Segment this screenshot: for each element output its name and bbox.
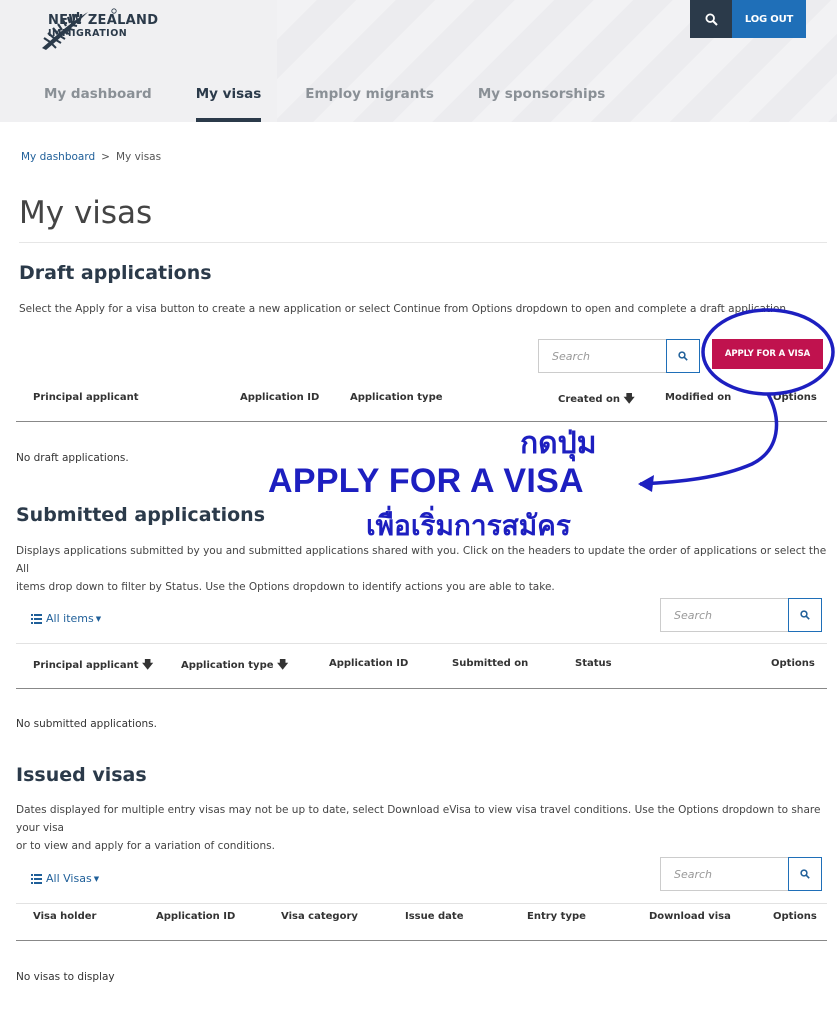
issued-header-top-divider: [16, 903, 827, 904]
caret-down-icon: ▼: [93, 874, 100, 883]
submitted-desc-line2: items drop down to filter by Status. Use…: [16, 581, 555, 593]
submitted-filter-dropdown[interactable]: All items ▼: [31, 612, 101, 625]
nav-tab-my-visas[interactable]: My visas: [195, 86, 261, 122]
issued-empty-message: No visas to display: [16, 971, 115, 983]
column-header-submitted-on[interactable]: Submitted on: [452, 658, 528, 669]
page-title: My visas: [19, 195, 153, 231]
column-header-download-visa[interactable]: Download visa: [649, 911, 731, 922]
column-header-principal-applicant[interactable]: Principal applicant: [33, 392, 138, 403]
column-header-application-id[interactable]: Application ID: [156, 911, 235, 922]
issued-section-title: Issued visas: [16, 764, 147, 786]
title-divider: [19, 242, 827, 243]
column-header-options[interactable]: Options: [773, 911, 817, 922]
draft-search-button[interactable]: [666, 339, 700, 373]
column-header-entry-type[interactable]: Entry type: [527, 911, 586, 922]
column-header-options[interactable]: Options: [771, 658, 815, 669]
search-icon: [678, 351, 688, 361]
annotation-arrow-line: [639, 393, 779, 486]
sort-down-arrow-icon: 🡇: [277, 658, 289, 671]
issued-search-input[interactable]: Search: [660, 857, 789, 891]
annotation-thai-line2: เพื่อเริ่มการสมัคร: [366, 509, 571, 542]
breadcrumb-link-dashboard[interactable]: My dashboard: [21, 151, 95, 163]
draft-table-divider: [16, 421, 827, 422]
breadcrumb-separator: >: [101, 151, 110, 163]
nav-tab-employ-migrants[interactable]: Employ migrants: [305, 86, 434, 122]
list-icon: [31, 873, 42, 884]
column-header-principal-applicant[interactable]: Principal applicant 🡇: [33, 656, 153, 675]
breadcrumb: My dashboard > My visas: [21, 151, 161, 163]
annotation-main-text: APPLY FOR A VISA: [268, 462, 584, 500]
issued-search-button[interactable]: [788, 857, 822, 891]
breadcrumb-current: My visas: [115, 151, 162, 163]
main-nav: My dashboard My visas Employ migrants My…: [44, 86, 649, 122]
column-header-application-id[interactable]: Application ID: [240, 392, 319, 403]
column-header-label: Principal applicant: [33, 660, 139, 671]
sort-down-arrow-icon: 🡇: [623, 392, 635, 405]
submitted-table-divider: [16, 688, 827, 689]
site-header: NEW ZEALAND IMMIGRATION LOG OUT My dashb…: [0, 0, 837, 122]
submitted-section-title: Submitted applications: [16, 504, 266, 526]
search-icon: [800, 610, 810, 620]
issued-section-description: Dates displayed for multiple entry visas…: [16, 801, 831, 855]
column-header-application-id[interactable]: Application ID: [329, 658, 408, 669]
sort-down-arrow-icon: 🡇: [141, 658, 154, 671]
draft-search-input[interactable]: Search: [538, 339, 667, 373]
search-icon: [704, 12, 718, 26]
submitted-section-description: Displays applications submitted by you a…: [16, 542, 831, 596]
issued-desc-line1: Dates displayed for multiple entry visas…: [16, 804, 821, 834]
draft-section-description: Select the Apply for a visa button to cr…: [19, 303, 790, 315]
logo-line1: NEW ZEALAND: [48, 13, 159, 28]
apply-for-a-visa-button[interactable]: APPLY FOR A VISA: [712, 339, 823, 369]
submitted-header-top-divider: [16, 643, 827, 644]
column-header-visa-holder[interactable]: Visa holder: [33, 911, 96, 922]
issued-filter-dropdown[interactable]: All Visas ▼: [31, 872, 99, 885]
nav-tab-my-dashboard[interactable]: My dashboard: [44, 86, 152, 122]
logout-button[interactable]: LOG OUT: [732, 0, 806, 38]
logo-text: NEW ZEALAND IMMIGRATION: [48, 14, 158, 39]
column-header-visa-category[interactable]: Visa category: [281, 911, 358, 922]
issued-desc-line2: or to view and apply for a variation of …: [16, 840, 275, 852]
column-header-issue-date[interactable]: Issue date: [405, 911, 463, 922]
issued-filter-label: All Visas: [46, 872, 92, 885]
submitted-search-button[interactable]: [788, 598, 822, 632]
header-search-button[interactable]: [690, 0, 732, 38]
logo-line2: IMMIGRATION: [48, 28, 128, 39]
column-header-application-type[interactable]: Application type 🡇: [181, 656, 288, 675]
annotation-thai-line1: กดปุ่ม: [520, 426, 597, 461]
column-header-created-on[interactable]: Created on 🡇: [558, 390, 635, 409]
caret-down-icon: ▼: [95, 614, 102, 623]
list-icon: [31, 613, 42, 624]
issued-table-divider: [16, 940, 827, 941]
draft-empty-message: No draft applications.: [16, 452, 129, 464]
search-icon: [800, 869, 810, 879]
submitted-filter-label: All items: [46, 612, 94, 625]
submitted-desc-line1: Displays applications submitted by you a…: [16, 545, 827, 575]
submitted-search-input[interactable]: Search: [660, 598, 789, 632]
draft-section-title: Draft applications: [19, 262, 212, 284]
nav-tab-my-sponsorships[interactable]: My sponsorships: [478, 86, 605, 122]
submitted-empty-message: No submitted applications.: [16, 718, 157, 730]
column-header-application-type[interactable]: Application type: [350, 392, 443, 403]
annotation-arrowhead: [638, 475, 654, 492]
column-header-options[interactable]: Options: [773, 392, 817, 403]
column-header-label: Created on: [558, 394, 620, 405]
column-header-modified-on[interactable]: Modified on: [665, 392, 731, 403]
column-header-label: Application type: [181, 660, 274, 671]
column-header-status[interactable]: Status: [575, 658, 612, 669]
